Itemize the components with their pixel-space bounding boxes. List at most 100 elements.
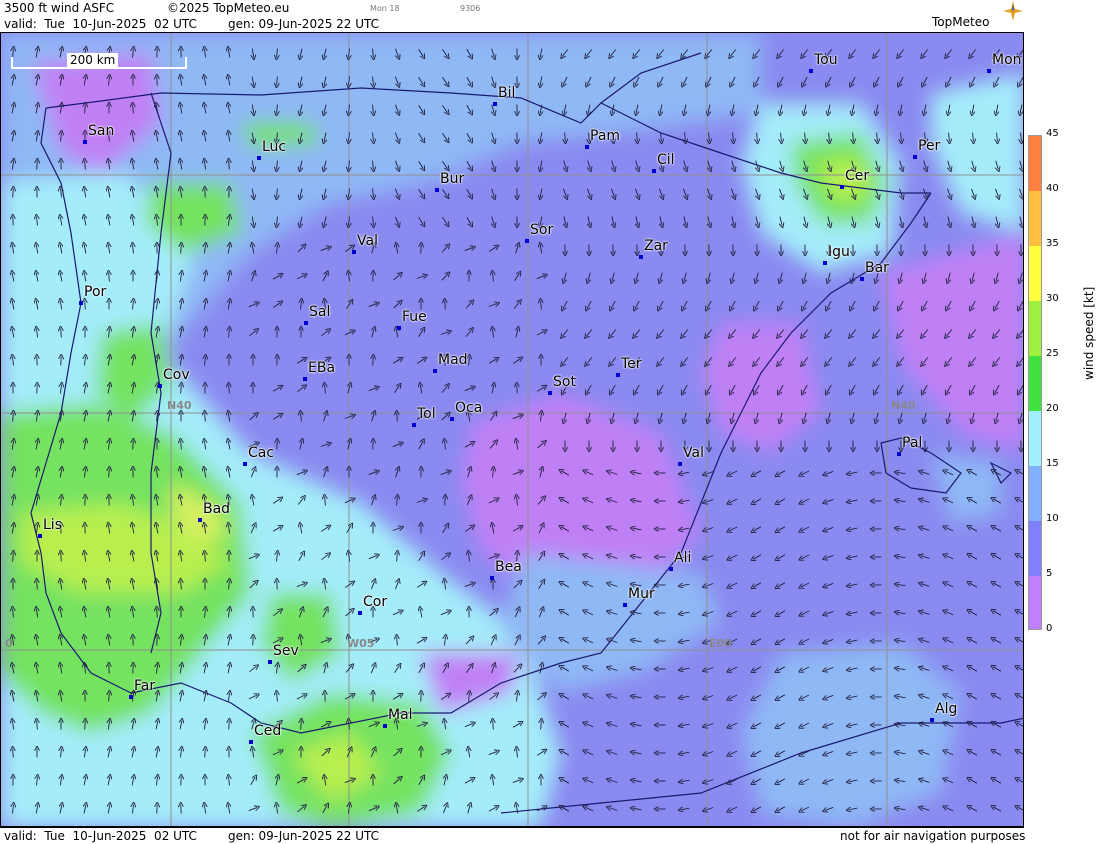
color-band	[1029, 191, 1042, 246]
city-marker	[433, 369, 437, 373]
city-marker	[652, 169, 656, 173]
footer-generated-time: gen: 09-Jun-2025 22 UTC	[228, 829, 379, 843]
city-marker	[913, 155, 917, 159]
city-label: EBa	[308, 360, 335, 376]
city-marker	[548, 391, 552, 395]
city-label: Per	[918, 138, 940, 154]
city-label: Sot	[553, 374, 576, 390]
city-label: Mon	[992, 52, 1022, 68]
scale-tick-label: 10	[1046, 513, 1059, 524]
city-label: Mad	[438, 352, 468, 368]
copyright-text: ©2025 TopMeteo.eu	[167, 1, 289, 15]
city-label: San	[88, 123, 114, 139]
city-label: Tol	[417, 406, 436, 422]
city-label: Igu	[828, 244, 850, 260]
city-marker	[930, 718, 934, 722]
city-label: Lis	[43, 517, 62, 533]
city-marker	[129, 695, 133, 699]
city-label: Cac	[248, 445, 274, 461]
wind-map[interactable]: 200 km N40 N40 W05 E00 0 TouMonBilSanPam…	[0, 32, 1024, 827]
city-marker	[435, 188, 439, 192]
city-marker	[809, 69, 813, 73]
city-label: Bur	[440, 171, 464, 187]
city-marker	[450, 417, 454, 421]
city-label: Val	[683, 445, 704, 461]
city-marker	[358, 611, 362, 615]
scale-tick-label: 15	[1046, 458, 1059, 469]
city-label: Sor	[530, 222, 553, 238]
color-band	[1029, 466, 1042, 521]
city-label: Bil	[498, 85, 515, 101]
city-label: Cov	[163, 367, 190, 383]
color-band	[1029, 301, 1042, 356]
grid-label-e00: E00	[709, 637, 732, 650]
scale-tick-label: 40	[1046, 183, 1059, 194]
brand-logo-text: TopMeteo	[932, 15, 989, 29]
city-marker	[412, 423, 416, 427]
color-band	[1029, 356, 1042, 411]
run-label: Mon 18	[370, 4, 400, 13]
city-label: Ter	[621, 356, 642, 372]
city-label: Mur	[628, 586, 655, 602]
city-marker	[669, 567, 673, 571]
city-marker	[987, 69, 991, 73]
city-label: Val	[357, 233, 378, 249]
city-marker	[79, 301, 83, 305]
run-code: 9306	[460, 4, 480, 13]
city-marker	[616, 373, 620, 377]
city-label: Cil	[657, 152, 675, 168]
header-bar: 3500 ft wind ASFC ©2025 TopMeteo.eu Mon …	[0, 0, 1024, 32]
color-band	[1029, 246, 1042, 301]
grid-label-w05: W05	[347, 637, 374, 650]
city-label: Fue	[402, 309, 427, 325]
valid-time: valid: Tue 10-Jun-2025 02 UTC	[4, 17, 197, 31]
city-marker	[38, 534, 42, 538]
city-marker	[257, 156, 261, 160]
city-marker	[303, 377, 307, 381]
city-label: Cer	[845, 168, 869, 184]
city-label: Ali	[674, 550, 691, 566]
city-marker	[860, 277, 864, 281]
product-title: 3500 ft wind ASFC	[4, 1, 114, 15]
city-label: Far	[134, 678, 155, 694]
city-label: Bea	[495, 559, 522, 575]
city-label: Bad	[203, 501, 230, 517]
scale-tick-label: 25	[1046, 348, 1059, 359]
scale-tick-label: 35	[1046, 238, 1059, 249]
city-label: Sev	[273, 643, 299, 659]
scale-tick-label: 5	[1046, 568, 1052, 579]
city-label: Pal	[902, 435, 922, 451]
city-label: Bar	[865, 260, 889, 276]
color-band	[1029, 411, 1042, 466]
city-marker	[352, 250, 356, 254]
city-marker	[639, 255, 643, 259]
city-label: Mal	[388, 707, 413, 723]
unit-label: wind speed [kt]	[1082, 287, 1096, 380]
city-marker	[493, 102, 497, 106]
city-marker	[83, 140, 87, 144]
scale-tick-label: 0	[1046, 623, 1052, 634]
city-marker	[249, 740, 253, 744]
city-marker	[490, 576, 494, 580]
city-label: Oca	[455, 400, 482, 416]
footer-bar: valid: Tue 10-Jun-2025 02 UTC gen: 09-Ju…	[0, 827, 1024, 844]
city-marker	[897, 452, 901, 456]
city-label: Luc	[262, 139, 286, 155]
color-scale-bar	[1028, 135, 1042, 630]
city-label: Zar	[644, 238, 668, 254]
footer-disclaimer: not for air navigation purposes	[840, 829, 1025, 843]
footer-valid-time: valid: Tue 10-Jun-2025 02 UTC	[4, 829, 197, 843]
color-band	[1029, 521, 1042, 576]
city-label: Ced	[254, 723, 281, 739]
city-marker	[585, 145, 589, 149]
color-band	[1029, 136, 1042, 191]
scale-tick-label: 45	[1046, 128, 1059, 139]
city-marker	[678, 462, 682, 466]
city-marker	[823, 261, 827, 265]
grid-label-n40-east: N40	[891, 399, 916, 412]
color-band	[1029, 576, 1042, 630]
city-label: Cor	[363, 594, 387, 610]
city-marker	[243, 462, 247, 466]
scale-tick-label: 20	[1046, 403, 1059, 414]
city-marker	[304, 321, 308, 325]
